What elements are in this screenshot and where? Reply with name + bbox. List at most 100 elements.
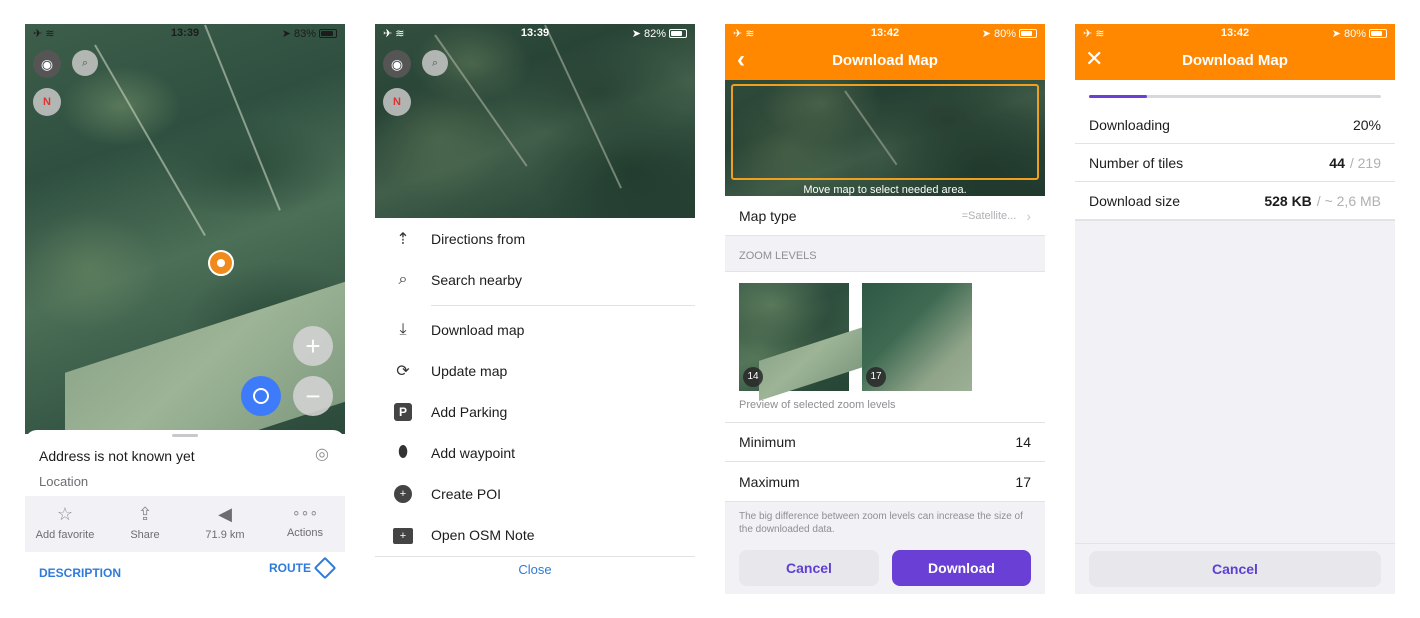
sheet-grabber[interactable] [172,434,198,437]
nav-title: Download Map [1182,52,1288,69]
zoom-preview-section: 14 17 Preview of selected zoom levels [725,272,1045,422]
zoom-badge: 17 [866,367,886,387]
cancel-button[interactable]: Cancel [1089,551,1381,587]
progress-fill [1089,95,1148,98]
map-track [434,34,528,167]
map-preview-frame: Move map to select needed area. [725,80,1045,196]
menu-download-map[interactable]: ⤓ Download map [375,309,695,350]
nav-title: Download Map [832,52,938,69]
satellite-map[interactable] [25,24,345,493]
map-track [94,44,206,237]
airplane-wifi-icon: ✈ ︎≋ [383,27,405,40]
poi-icon: + [375,484,431,503]
preview-caption: Preview of selected zoom levels [739,399,896,411]
menu-create-poi[interactable]: + Create POI [375,473,695,514]
compass-icon[interactable]: N [383,88,411,116]
menu-divider [375,556,695,557]
globe-icon[interactable]: ◉ [33,50,61,78]
battery-indicator: ➤ 83% [282,27,337,40]
search-icon[interactable]: ⌕ [422,50,448,76]
more-icon: ∘∘∘ [291,504,319,520]
download-progress-screen: ✈ ︎≋ 13:42 ➤ 80% ✕ Download Map Download… [1075,24,1395,594]
map-type-row[interactable]: Map type =Satellite... › [725,196,1045,236]
description-link[interactable]: DESCRIPTION [39,566,121,580]
menu-add-waypoint[interactable]: ⬮ Add waypoint [375,432,695,473]
status-bar: ✈ ︎≋ 13:42 ➤ 80% [1075,24,1395,42]
compass-icon[interactable]: N [33,88,61,116]
zoom-note: The big difference between zoom levels c… [739,511,1023,535]
downloading-row: Downloading 20% [1075,107,1395,144]
map-track [204,24,281,211]
search-icon[interactable]: ⌕ [72,50,98,76]
battery-icon [1369,29,1387,39]
chevron-right-icon: › [1026,207,1031,224]
tiles-row: Number of tiles 44 / 219 [1075,144,1395,182]
download-map-setup-screen: ✈ ︎≋ 13:42 ➤ 80% ‹ Download Map Move map… [725,24,1045,594]
distance-button[interactable]: ◀ 71.9 km [185,496,265,552]
minimum-row[interactable]: Minimum 14 [725,422,1045,462]
status-time: 13:39 [520,27,550,39]
airplane-wifi-icon: ✈ ︎≋ [1083,27,1105,40]
zoom-preview-min: 14 [739,283,869,401]
menu-divider [431,305,695,306]
my-location-button[interactable] [241,376,281,416]
context-menu-screen: ✈ ︎≋ 13:39 ➤ 82% ◉ ⌕ N ⇡ Directions from … [375,24,695,594]
zoom-preview-max: 17 [862,283,972,391]
status-bar: ✈ ︎≋ 13:42 ➤ 80% [725,24,1045,42]
map-track [544,24,622,189]
waypoint-icon: ⬮ [397,443,409,461]
download-progress-bar [1089,95,1381,98]
info-sheet: Address is not known yet ◎ Location ☆ Add… [25,430,345,594]
route-icon [313,556,337,580]
zoom-out-button[interactable]: − [293,376,333,416]
globe-icon[interactable]: ◉ [383,50,411,78]
note-icon: + [375,526,431,544]
zoom-in-button[interactable]: + [293,326,333,366]
airplane-wifi-icon: ✈ ︎≋ [33,27,55,40]
zoom-badge: 14 [743,367,763,387]
tiles-count: 44 [1329,154,1345,171]
status-time: 13:39 [170,27,200,39]
route-button[interactable]: ROUTE [269,556,337,580]
actions-button[interactable]: ∘∘∘ Actions [265,496,345,552]
download-icon: ⤓ [399,320,407,338]
location-subtitle: Location [39,474,89,489]
nav-bar: ✈ ︎≋ 13:42 ➤ 80% ‹ Download Map [725,24,1045,80]
menu-update-map[interactable]: ⟳ Update map [375,350,695,391]
tiles-total: / 219 [1349,154,1381,171]
pin-outline-icon: ◎ [315,446,329,463]
satellite-map[interactable] [375,24,695,218]
status-bar: ✈ ︎≋ 13:39 ➤ 82% [375,24,695,42]
menu-add-parking[interactable]: P Add Parking [375,391,695,432]
map-hint: Move map to select needed area. [803,184,967,196]
cancel-button[interactable]: Cancel [739,550,879,586]
download-size-total: / ~ 2,6 MB [1316,192,1381,209]
location-pin-icon[interactable] [208,250,234,276]
share-button[interactable]: ⇪ Share [105,496,185,552]
empty-area: Cancel [1075,220,1395,594]
zoom-levels-header: ZOOM LEVELS [725,236,1045,272]
download-button[interactable]: Download [892,550,1031,586]
menu-open-osm-note[interactable]: + Open OSM Note [375,514,695,555]
selection-rectangle[interactable] [731,84,1039,180]
close-button[interactable]: Close [375,562,695,577]
status-time: 13:42 [1220,27,1250,39]
parking-icon: P [375,402,431,421]
battery-icon [669,29,687,39]
battery-indicator: ➤ 82% [632,27,687,40]
maximum-row[interactable]: Maximum 17 [725,462,1045,502]
update-icon: ⟳ [396,362,410,380]
menu-search-nearby[interactable]: ⌕ Search nearby [375,259,695,300]
airplane-wifi-icon: ✈ ︎≋ [733,27,755,40]
star-icon: ☆ [56,504,74,524]
add-favorite-button[interactable]: ☆ Add favorite [25,496,105,552]
menu-directions-from[interactable]: ⇡ Directions from [375,218,695,259]
download-size: 528 KB [1264,192,1312,209]
battery-icon [1019,29,1037,39]
context-menu: ⇡ Directions from ⌕ Search nearby ⤓ Downloa… [375,218,695,594]
action-bar: ☆ Add favorite ⇪ Share ◀ 71.9 km ∘∘∘ Actions [25,496,345,552]
battery-indicator: ➤ 80% [1332,27,1387,40]
search-icon: ⌕ [398,270,408,288]
map-screen: ✈ ︎≋ 13:39 ➤ 83% ◉ ⌕ N + − Address is no… [25,24,345,594]
footer: The big difference between zoom levels c… [725,502,1045,594]
